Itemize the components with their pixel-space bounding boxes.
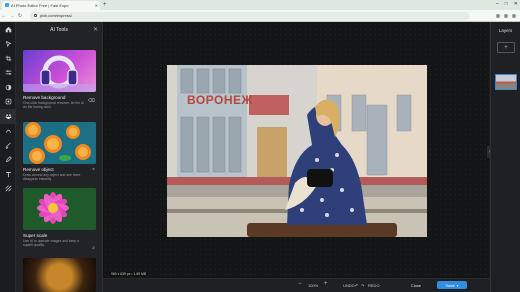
app-window: AI Photo Editor Free | Fast Expo ✕ + – □… bbox=[0, 0, 520, 292]
add-layer-button[interactable]: + bbox=[497, 42, 515, 53]
save-label: Save bbox=[445, 282, 455, 288]
magnify-scale-icon: ⌕ bbox=[92, 245, 95, 251]
browser-tab[interactable]: AI Photo Editor Free | Fast Expo ✕ bbox=[2, 0, 100, 10]
effect-icon bbox=[5, 98, 11, 105]
reload-icon[interactable]: ↻ bbox=[16, 13, 24, 19]
window-close-icon[interactable]: ✕ bbox=[514, 1, 518, 7]
minimize-icon[interactable]: – bbox=[496, 1, 499, 7]
crop-icon bbox=[5, 55, 11, 62]
ai-portrait-thumbnail bbox=[23, 258, 96, 292]
headphones-image bbox=[23, 55, 96, 92]
woman-on-suitcase-photo bbox=[167, 65, 427, 237]
crop-tool[interactable] bbox=[0, 51, 16, 66]
draw-tool[interactable] bbox=[0, 153, 16, 168]
layer-thumbnail[interactable] bbox=[495, 74, 517, 90]
zoom-value[interactable]: 100% bbox=[308, 283, 318, 288]
card-description: Use AI to upscale images and keep a supe… bbox=[23, 239, 79, 247]
remove-object-thumbnail bbox=[23, 122, 96, 164]
undo-button[interactable]: UNDO bbox=[343, 283, 355, 288]
tool-rail bbox=[0, 22, 16, 292]
maximize-icon[interactable]: □ bbox=[505, 1, 508, 7]
flower-image bbox=[23, 188, 96, 230]
pen-icon bbox=[5, 156, 12, 163]
panel-title: AI Tools bbox=[50, 27, 68, 33]
menu-icon[interactable] bbox=[512, 13, 516, 18]
super-scale-thumbnail bbox=[23, 188, 96, 230]
pixlr-favicon-icon bbox=[5, 3, 9, 7]
back-icon[interactable]: ← bbox=[0, 13, 8, 19]
remove-object-card[interactable]: Remove object Draw around any object and… bbox=[23, 122, 96, 181]
bottom-toolbar: − 100% + UNDO ↶ ↷ REDO bbox=[103, 278, 490, 292]
home-tool[interactable] bbox=[0, 22, 16, 37]
card-description: One-click background remover, let the AI… bbox=[23, 101, 85, 109]
url-input[interactable]: pixlr.com/express/ bbox=[30, 11, 470, 20]
ai-tools-panel: AI Tools ✕ Remove background One-click b… bbox=[16, 22, 117, 292]
hatch-icon bbox=[4, 185, 12, 192]
retouch-tool[interactable] bbox=[0, 138, 16, 153]
element-tool[interactable] bbox=[0, 182, 16, 197]
text-tool[interactable] bbox=[0, 167, 16, 182]
browser-extensions bbox=[496, 13, 516, 18]
arrange-icon bbox=[5, 40, 12, 48]
liquify-icon bbox=[5, 130, 11, 133]
ai-portrait-card[interactable] bbox=[23, 258, 96, 292]
object-eraser-icon: ◒ bbox=[91, 166, 95, 172]
sliders-icon bbox=[5, 70, 11, 75]
browser-tabbar: AI Photo Editor Free | Fast Expo ✕ + – □… bbox=[0, 0, 520, 10]
card-description: Draw around any object and see them disa… bbox=[23, 173, 81, 181]
ai-paw-icon bbox=[5, 114, 11, 119]
card-title: Remove object bbox=[23, 167, 54, 172]
photo-sign-text: ВОРОНЕЖ bbox=[187, 93, 253, 107]
ai-tools-tool[interactable] bbox=[0, 109, 16, 124]
card-title: Remove background bbox=[23, 95, 66, 100]
home-icon bbox=[5, 26, 11, 33]
url-text: pixlr.com/express/ bbox=[40, 13, 73, 18]
filter-icon bbox=[5, 84, 11, 91]
redo-arrow-icon[interactable]: ↷ bbox=[361, 283, 364, 288]
layer-preview bbox=[496, 75, 516, 89]
new-tab-button[interactable]: + bbox=[103, 2, 107, 8]
profile-icon[interactable] bbox=[504, 13, 508, 18]
eraser-icon: ⌫ bbox=[87, 98, 95, 104]
text-icon bbox=[5, 171, 11, 178]
layers-panel: Layers + bbox=[490, 22, 520, 292]
tab-close-icon[interactable]: ✕ bbox=[95, 3, 98, 8]
image-size-label: 960 x 639 px • 1.69 MB bbox=[109, 272, 149, 276]
save-dropdown-icon[interactable]: ▾ bbox=[457, 283, 459, 288]
arrange-tool[interactable] bbox=[0, 37, 16, 52]
adjust-tool[interactable] bbox=[0, 66, 16, 81]
super-scale-card[interactable]: Super scale Use AI to upscale images and… bbox=[23, 188, 96, 251]
tab-title: AI Photo Editor Free | Fast Expo bbox=[11, 2, 69, 8]
oranges-image bbox=[23, 122, 96, 164]
card-title: Super scale bbox=[23, 233, 48, 238]
zoom-in-button[interactable]: + bbox=[324, 281, 328, 287]
browser-toolbar: ← → ↻ pixlr.com/express/ bbox=[0, 10, 520, 22]
remove-background-thumbnail bbox=[23, 50, 96, 92]
layers-title: Layers bbox=[498, 28, 513, 33]
photo-canvas[interactable]: ВОРОНЕЖ bbox=[167, 65, 427, 237]
close-button[interactable]: Close bbox=[403, 281, 429, 289]
window-controls: – □ ✕ bbox=[496, 1, 518, 7]
lock-icon bbox=[34, 14, 37, 17]
effect-tool[interactable] bbox=[0, 95, 16, 110]
save-button[interactable]: Save ▾ bbox=[437, 281, 467, 289]
zoom-out-button[interactable]: − bbox=[298, 281, 302, 287]
extension-icon[interactable] bbox=[496, 13, 500, 18]
liquify-tool[interactable] bbox=[0, 124, 16, 139]
filter-tool[interactable] bbox=[0, 80, 16, 95]
forward-icon[interactable]: → bbox=[8, 13, 16, 19]
redo-button[interactable]: REDO bbox=[368, 283, 380, 288]
panel-header: AI Tools ✕ bbox=[16, 22, 102, 38]
remove-background-card[interactable]: Remove background One-click background r… bbox=[23, 50, 96, 109]
undo-arrow-icon[interactable]: ↶ bbox=[355, 283, 358, 288]
brush-icon bbox=[5, 142, 11, 149]
panel-close-icon[interactable]: ✕ bbox=[93, 26, 98, 33]
